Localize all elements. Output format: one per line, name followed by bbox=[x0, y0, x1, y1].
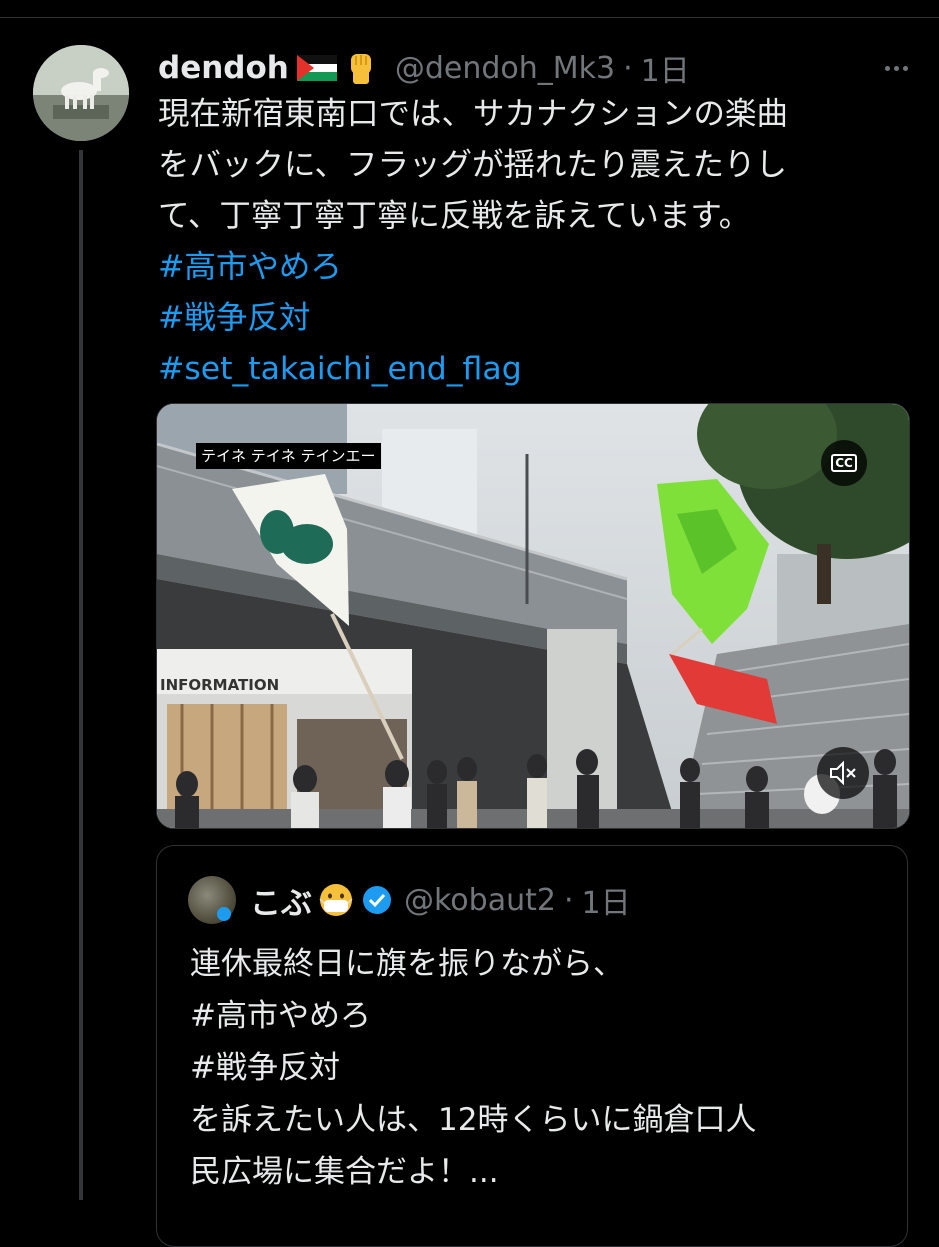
quoted-tweet-timestamp[interactable]: 1日 bbox=[582, 878, 631, 922]
hashtag-link[interactable]: #高市やめろ bbox=[158, 242, 898, 293]
tweet-text-line: 現在新宿東南口では、サカナクションの楽曲 bbox=[158, 96, 789, 132]
video-caption: テイネ テイネ テインエー bbox=[196, 443, 381, 469]
tweet-header: dendoh @dendoh_Mk3 · 1日 bbox=[158, 46, 690, 90]
quoted-tweet-text: 連休最終日に旗を振りながら、 #高市やめろ #戦争反対 を訴えたい人は、12時く… bbox=[190, 938, 890, 1198]
information-sign: INFORMATION bbox=[160, 676, 279, 694]
quoted-author-display-name[interactable]: こぶ bbox=[250, 878, 312, 923]
goat-avatar-image bbox=[33, 45, 129, 141]
hashtag-link[interactable]: #set_takaichi_end_flag bbox=[158, 344, 898, 395]
author-display-name[interactable]: dendoh bbox=[158, 50, 289, 86]
quoted-text-line: を訴えたい人は、12時くらいに鍋倉口人 bbox=[190, 1102, 757, 1138]
captions-icon[interactable]: CC bbox=[821, 440, 867, 486]
author-handle[interactable]: @dendoh_Mk3 bbox=[395, 51, 615, 86]
quoted-tweet-header: こぶ @kobaut2 · 1日 bbox=[188, 874, 631, 926]
captions-label: CC bbox=[831, 454, 857, 472]
face-with-mask-icon bbox=[318, 882, 354, 918]
header-separator: · bbox=[623, 50, 633, 86]
verified-badge-icon bbox=[362, 885, 392, 915]
quoted-text-line: #戦争反対 bbox=[190, 1050, 340, 1086]
muted-speaker-icon[interactable] bbox=[817, 747, 869, 799]
tweet-text-line: をバックに、フラッグが揺れたり震えたりし bbox=[158, 147, 788, 183]
quoted-header-separator: · bbox=[563, 882, 574, 918]
quoted-text-line: 民広場に集合だよ！... bbox=[190, 1154, 499, 1190]
palestine-flag-icon bbox=[296, 55, 337, 81]
author-avatar[interactable] bbox=[33, 45, 129, 141]
hashtag-link[interactable]: #戦争反対 bbox=[158, 293, 898, 344]
quoted-author-avatar[interactable] bbox=[188, 876, 236, 924]
top-divider bbox=[0, 0, 939, 18]
tweet-text-line: て、丁寧丁寧丁寧に反戦を訴えています。 bbox=[158, 198, 751, 234]
raised-fist-icon bbox=[343, 50, 379, 86]
quoted-text-line: 連休最終日に旗を振りながら、 bbox=[190, 946, 624, 982]
tweet-timestamp[interactable]: 1日 bbox=[641, 46, 690, 90]
quoted-author-handle[interactable]: @kobaut2 bbox=[404, 883, 556, 918]
more-options-icon[interactable] bbox=[876, 53, 916, 83]
quoted-text-line: #高市やめろ bbox=[190, 998, 371, 1034]
tweet-text: 現在新宿東南口では、サカナクションの楽曲 をバックに、フラッグが揺れたり震えたり… bbox=[158, 89, 898, 395]
thread-connector-line bbox=[79, 150, 83, 1200]
